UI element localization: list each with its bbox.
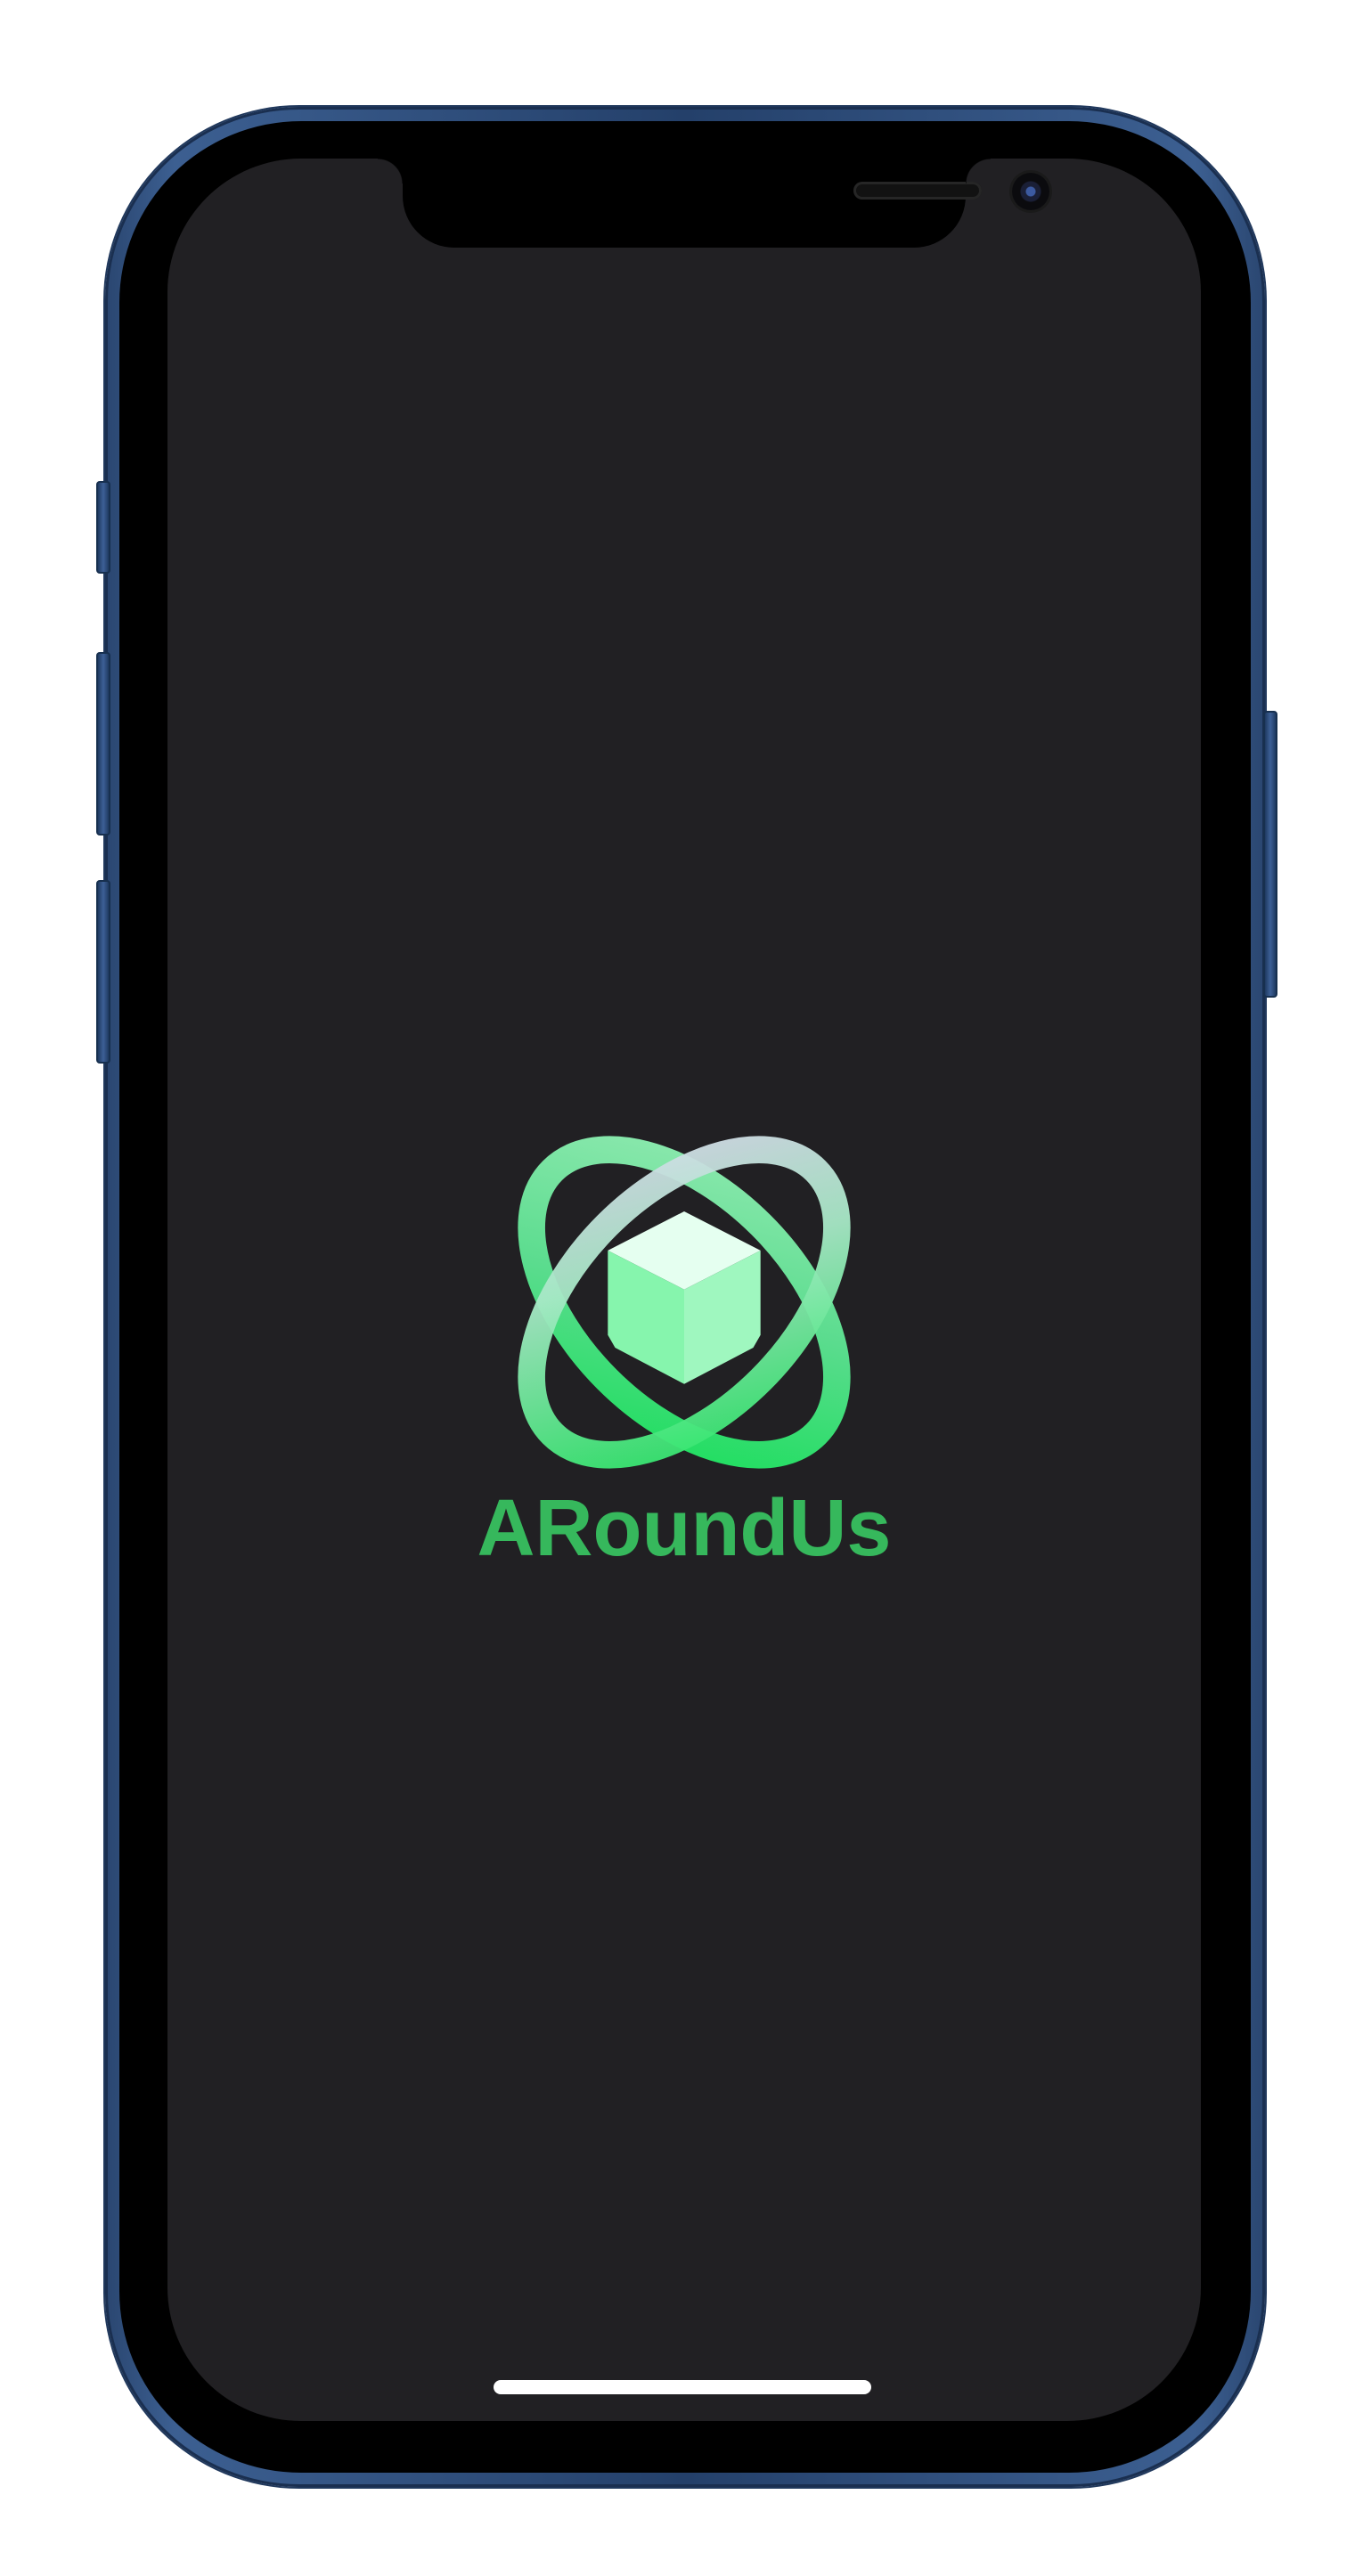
splash-screen: ARoundUs: [167, 159, 1201, 2421]
notch: [378, 159, 1049, 248]
silent-switch: [96, 481, 110, 574]
orbit-cube-logo-icon: [518, 1136, 851, 1469]
speaker-grille: [853, 182, 982, 200]
screen: ARoundUs: [167, 159, 1201, 2421]
app-name-title: ARoundUs: [477, 1484, 892, 1573]
volume-down-button: [96, 880, 110, 1064]
volume-up-button: [96, 652, 110, 836]
cube-shape: [608, 1211, 761, 1384]
front-camera-icon: [1012, 173, 1049, 210]
home-indicator[interactable]: [494, 2380, 871, 2394]
power-button: [1263, 711, 1277, 998]
